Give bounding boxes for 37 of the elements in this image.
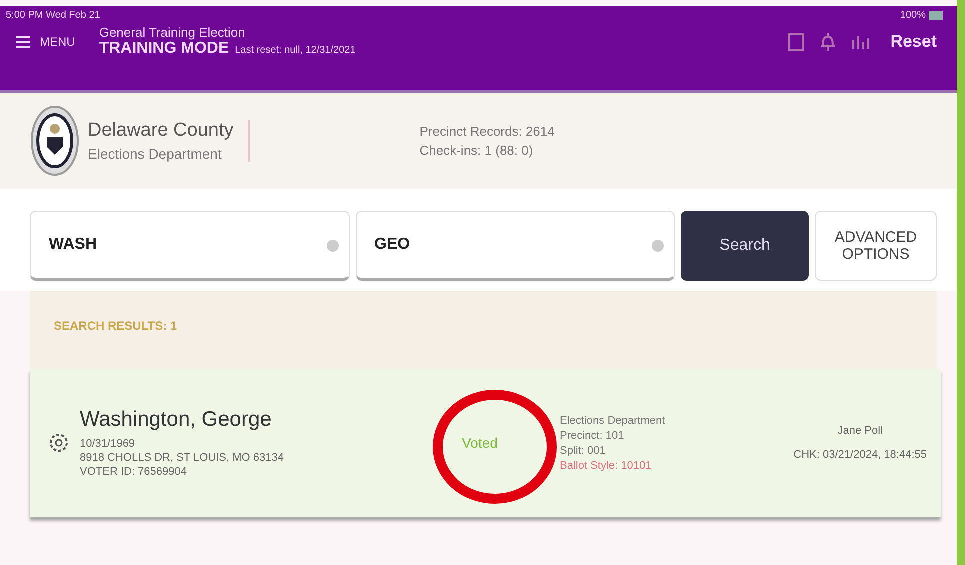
mode-label: TRAINING MODE — [99, 40, 230, 58]
birth-date: 10/31/1969 — [80, 438, 136, 450]
voter-result-card[interactable]: Washington, George 10/31/1969 8918 CHOLLS DR, ST LOUIS, MO 63134 VOTER ID: 76569904 Voted Elections Department Precinct: 101 Split: 001 Ballot Style: 10101 Jane Poll CHK: 03/21/2024, 18:44:55 — [30, 369, 941, 517]
clerk-name: Jane Poll — [838, 425, 883, 437]
election-name: General Training Election — [99, 25, 246, 40]
county-name: Delaware County — [88, 120, 234, 142]
advanced-options-button[interactable]: ADVANCED OPTIONS — [815, 211, 937, 281]
checkin-count: Check-ins: 1 (88: 0) — [420, 143, 534, 158]
search-field[interactable]: GEO — [356, 211, 675, 281]
menu-icon — [16, 36, 30, 48]
reset-button[interactable]: Reset — [884, 30, 943, 52]
voter-address: 8918 CHOLLS DR, ST LOUIS, MO 63134 — [80, 452, 285, 464]
county-seal-icon — [30, 105, 80, 177]
document-icon[interactable] — [786, 32, 805, 52]
department-name: Elections Department — [88, 146, 223, 162]
menu-button[interactable]: MENU — [6, 34, 86, 48]
split-number: Split: 001 — [560, 444, 607, 456]
gear-icon[interactable] — [48, 432, 70, 454]
results-count: SEARCH RESULTS: 1 — [54, 319, 178, 333]
ballot-style: Ballot Style: 10101 — [560, 460, 653, 472]
voter-name: Washington, George — [80, 408, 273, 432]
location-name: Elections Department — [560, 414, 666, 426]
precinct-records: Precinct Records: 2614 — [420, 124, 555, 139]
precinct-number: Precinct: 101 — [560, 430, 626, 442]
chart-icon[interactable] — [850, 34, 871, 50]
checkin-time: CHK: 03/21/2024, 18:44:55 — [794, 449, 927, 461]
status-time: 5:00 PM Wed Feb 21 — [6, 10, 100, 21]
bell-icon[interactable] — [818, 32, 837, 52]
battery-level: 100% — [900, 10, 926, 21]
mode-note: Last reset: null, 12/31/2021 — [235, 45, 356, 56]
clear-icon[interactable] — [326, 239, 340, 253]
voter-status: Voted — [462, 435, 498, 451]
voter-id: VOTER ID: 76569904 — [80, 466, 188, 478]
battery-icon — [929, 11, 943, 20]
clear-icon[interactable] — [651, 239, 665, 253]
search-field[interactable]: WASH — [30, 211, 350, 281]
search-button[interactable]: Search — [681, 211, 809, 281]
